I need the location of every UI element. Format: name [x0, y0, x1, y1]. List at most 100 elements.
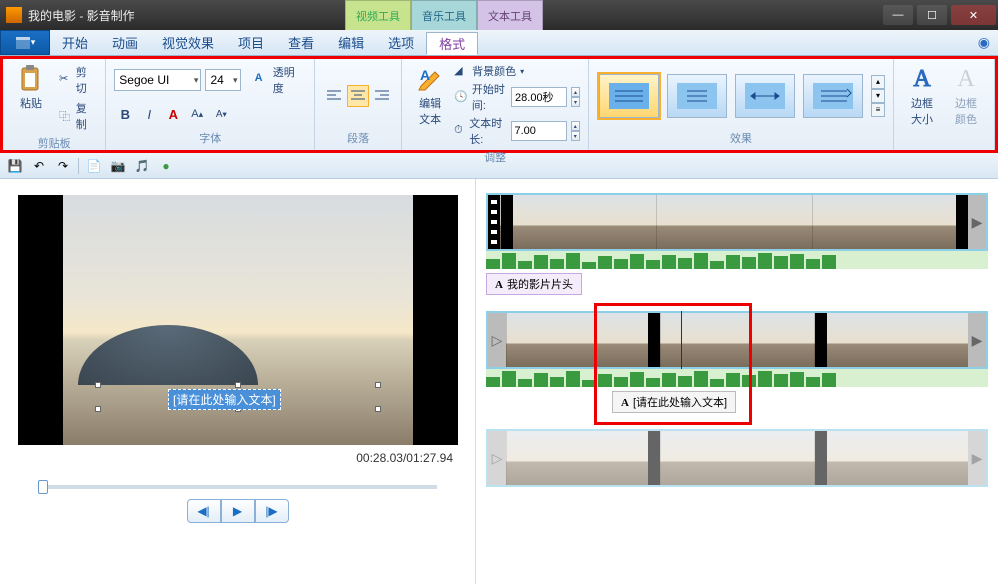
seek-thumb[interactable] — [38, 480, 48, 494]
scissors-icon: ✂ — [59, 72, 72, 88]
window-controls: — ☐ ✕ — [881, 2, 998, 28]
qa-icon-2[interactable]: 📷 — [109, 157, 127, 175]
outline-size-button[interactable]: A 边框 大小 — [902, 63, 942, 129]
window-title: 我的电影 - 影音制作 — [28, 7, 135, 24]
clip-3[interactable]: ▷ ▶ — [486, 429, 988, 487]
minimize-button[interactable]: — — [883, 5, 913, 25]
audio-tools-tab[interactable]: 音乐工具 — [411, 0, 477, 30]
svg-text:A: A — [420, 67, 430, 83]
italic-button[interactable]: I — [138, 103, 160, 125]
ribbon-group-clipboard: 粘贴 ✂ 剪切 ⿻ 复制 剪贴板 — [3, 59, 106, 150]
cut-button[interactable]: ✂ 剪切 — [55, 63, 97, 97]
ribbon-group-paragraph: 段落 — [315, 59, 402, 150]
play-controls: ◀| ▶ |▶ — [18, 499, 457, 523]
contextual-tool-tabs: 视频工具 音乐工具 文本工具 — [345, 0, 543, 30]
menu-options[interactable]: 选项 — [376, 30, 426, 55]
preview-pane: [请在此处输入文本] ⤢ 00:28.03/01:27.94 ◀| ▶ |▶ — [0, 179, 475, 584]
text-clip-2[interactable]: A[请在此处输入文本] — [612, 391, 736, 413]
playhead[interactable] — [681, 311, 682, 369]
text-clip-1[interactable]: A我的影片片头 — [486, 273, 582, 295]
menu-edit[interactable]: 编辑 — [326, 30, 376, 55]
copy-button[interactable]: ⿻ 复制 — [55, 99, 97, 133]
menu-start[interactable]: 开始 — [50, 30, 100, 55]
help-icon[interactable]: ◉ — [978, 30, 990, 55]
edit-text-button[interactable]: A 编辑 文本 — [410, 63, 450, 129]
save-icon[interactable]: 💾 — [6, 157, 24, 175]
effect-tile-3[interactable] — [735, 74, 795, 118]
qa-icon-1[interactable]: 📄 — [85, 157, 103, 175]
grow-font-button[interactable]: A▴ — [186, 103, 208, 125]
align-left-button[interactable] — [323, 85, 345, 107]
menu-animation[interactable]: 动画 — [100, 30, 150, 55]
clip-2[interactable]: ▷ ▶ — [486, 311, 988, 369]
clip-row-3: ▷ ▶ — [486, 429, 988, 487]
ribbon-group-adjust: A 编辑 文本 ◢ 背景颜色 ▾ 🕓 开始时间: ▴▾ ⏱ 文本 — [402, 59, 589, 150]
ribbon: 粘贴 ✂ 剪切 ⿻ 复制 剪贴板 Segoe UI▾ — [0, 56, 998, 153]
next-frame-button[interactable]: |▶ — [255, 499, 289, 523]
qa-icon-3[interactable]: 🎵 — [133, 157, 151, 175]
seek-bar[interactable] — [38, 485, 437, 489]
video-tools-tab[interactable]: 视频工具 — [345, 0, 411, 30]
duration-input[interactable] — [511, 121, 567, 141]
align-right-button[interactable] — [371, 85, 393, 107]
outline-size-icon: A — [908, 65, 936, 93]
align-center-button[interactable] — [347, 85, 369, 107]
clip-1[interactable]: ▶ — [486, 193, 988, 251]
menu-format[interactable]: 格式 — [426, 32, 478, 55]
effects-scroll[interactable]: ▴▾≡ — [871, 75, 885, 117]
bold-button[interactable]: B — [114, 103, 136, 125]
storyboard[interactable]: ▶ A我的影片片头 ▷ ▶ A[请在此处输入文本] — [475, 179, 998, 584]
clip-row-2: ▷ ▶ A[请在此处输入文本] — [486, 311, 988, 413]
undo-icon[interactable]: ↶ — [30, 157, 48, 175]
maximize-button[interactable]: ☐ — [917, 5, 947, 25]
ribbon-group-font: Segoe UI▾ 24▾ A 透明度 B I A A▴ A▾ 字体 — [106, 59, 315, 150]
video-preview[interactable]: [请在此处输入文本] ⤢ — [18, 195, 458, 445]
app-icon — [6, 7, 22, 23]
edit-text-icon: A — [416, 65, 444, 93]
effect-tile-1[interactable] — [599, 74, 659, 118]
effect-tile-4[interactable] — [803, 74, 863, 118]
transparency-button[interactable]: A 透明度 — [251, 63, 307, 97]
redo-icon[interactable]: ↷ — [54, 157, 72, 175]
clip-end-arrow-icon: ▶ — [968, 313, 986, 367]
paste-button[interactable]: 粘贴 — [11, 63, 51, 113]
prev-frame-button[interactable]: ◀| — [187, 499, 221, 523]
clip-row-1: ▶ A我的影片片头 — [486, 193, 988, 295]
workspace: [请在此处输入文本] ⤢ 00:28.03/01:27.94 ◀| ▶ |▶ ▶ — [0, 179, 998, 584]
audio-track-2[interactable] — [486, 369, 988, 387]
text-placeholder-overlay[interactable]: [请在此处输入文本] — [168, 389, 281, 410]
start-time-input[interactable] — [511, 87, 567, 107]
outline-color-button[interactable]: A 边框 颜色 — [946, 63, 986, 129]
time-display: 00:28.03/01:27.94 — [18, 445, 457, 471]
font-color-button[interactable]: A — [162, 103, 184, 125]
text-tools-tab[interactable]: 文本工具 — [477, 0, 543, 30]
font-size-combo[interactable]: 24▾ — [205, 69, 240, 91]
file-menu-button[interactable]: ▾ — [0, 30, 50, 55]
clip-start-arrow-icon: ▷ — [488, 313, 506, 367]
effect-tile-2[interactable] — [667, 74, 727, 118]
copy-icon: ⿻ — [59, 108, 72, 124]
stopwatch-icon: ⏱ — [454, 124, 465, 138]
start-time-spinner[interactable]: ▴▾ — [571, 87, 580, 107]
transparency-icon: A — [255, 72, 269, 88]
clock-icon: 🕓 — [454, 90, 468, 104]
ribbon-group-outline: A 边框 大小 A 边框 颜色 — [894, 59, 995, 150]
menu-project[interactable]: 项目 — [226, 30, 276, 55]
paint-bucket-icon: ◢ — [454, 64, 468, 78]
close-button[interactable]: ✕ — [951, 5, 996, 25]
bg-color-button[interactable]: ◢ 背景颜色 ▾ — [454, 63, 580, 79]
menu-view[interactable]: 查看 — [276, 30, 326, 55]
play-button[interactable]: ▶ — [221, 499, 255, 523]
font-name-combo[interactable]: Segoe UI▾ — [114, 69, 201, 91]
clip-end-arrow-icon: ▶ — [968, 195, 986, 249]
menu-visual-effects[interactable]: 视觉效果 — [150, 30, 226, 55]
qa-icon-4[interactable]: ● — [157, 157, 175, 175]
ribbon-group-effects: ▴▾≡ 效果 — [589, 59, 894, 150]
paste-icon — [17, 65, 45, 93]
shrink-font-button[interactable]: A▾ — [210, 103, 232, 125]
menubar: ▾ 开始 动画 视觉效果 项目 查看 编辑 选项 格式 ◉ — [0, 30, 998, 56]
outline-color-icon: A — [952, 65, 980, 93]
audio-track-1[interactable] — [486, 251, 988, 269]
duration-spinner[interactable]: ▴▾ — [571, 121, 581, 141]
titlebar: 我的电影 - 影音制作 视频工具 音乐工具 文本工具 — ☐ ✕ — [0, 0, 998, 30]
